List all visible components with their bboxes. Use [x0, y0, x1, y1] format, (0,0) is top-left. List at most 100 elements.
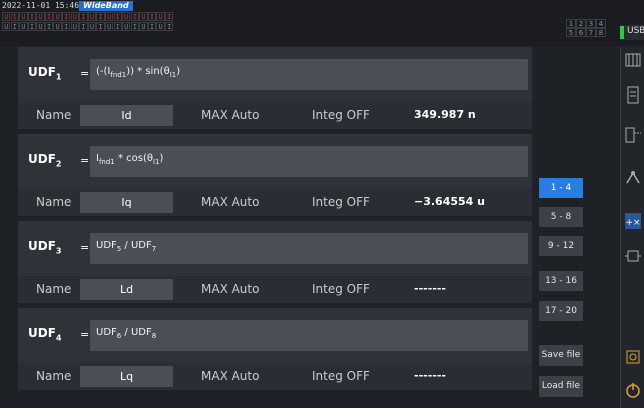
efficiency-icon[interactable] — [623, 167, 643, 191]
ch1-5: U — [36, 12, 45, 21]
system-icon[interactable] — [623, 347, 643, 371]
channel-grid-cell[interactable]: 7 — [586, 28, 596, 37]
ch1-20: I — [164, 12, 174, 21]
udf-block-3: UDF3 = UDF5 / UDF7 Name Ld MAX Auto Integ OFF -… — [18, 221, 532, 303]
channel-grid-cell[interactable]: 2 — [576, 19, 586, 28]
channel-grid-cell[interactable]: 6 — [576, 28, 586, 37]
udf-expression-text: UDF6 / UDF8 — [96, 327, 157, 340]
ch2-9: U — [70, 22, 80, 31]
ch1-11: U — [87, 12, 97, 21]
udf-name-field[interactable]: Iq — [80, 192, 173, 213]
udf-label: UDF4 — [28, 326, 62, 343]
max-setting[interactable]: MAX Auto — [201, 195, 259, 209]
udf-value: ------- — [414, 282, 446, 295]
equals-sign: = — [80, 241, 90, 254]
integ-setting[interactable]: Integ OFF — [312, 282, 370, 296]
ch2-7: U — [53, 22, 62, 31]
udf-name-field[interactable]: Lq — [80, 366, 173, 387]
ch2-2: I — [10, 22, 19, 31]
udf-settings-row: Name Ld MAX Auto Integ OFF ------- — [18, 276, 532, 303]
name-label: Name — [36, 108, 72, 122]
ch2-20: I — [164, 22, 174, 31]
channel-grid-cell[interactable]: 5 — [566, 28, 576, 37]
page-button-5-8[interactable]: 5 - 8 — [539, 207, 583, 227]
ch1-14: I — [113, 12, 122, 21]
status-bar: 2022-11-01 15:46:14 WideBand UIUIUIUIUIU… — [0, 0, 644, 46]
ch2-6: I — [44, 22, 54, 31]
channel-grid[interactable]: 1234 5678 — [566, 19, 606, 37]
ch1-15: U — [122, 12, 131, 21]
udf-expression-text: Ifnd1 * cos(θI1) — [96, 153, 164, 166]
max-setting[interactable]: MAX Auto — [201, 108, 259, 122]
udf-expression-field[interactable]: UDF5 / UDF7 — [90, 233, 528, 264]
udf-expression-field[interactable]: Ifnd1 * cos(θI1) — [90, 146, 528, 177]
channel-grid-cell[interactable]: 4 — [596, 19, 606, 28]
equals-sign: = — [80, 67, 90, 80]
mode-badge: WideBand — [79, 1, 133, 11]
udf-icon[interactable]: +× — [623, 210, 643, 234]
page-button-17-20[interactable]: 17 - 20 — [539, 301, 583, 321]
integ-setting[interactable]: Integ OFF — [312, 369, 370, 383]
ch2-16: I — [130, 22, 140, 31]
udf-name-field[interactable]: Id — [80, 105, 173, 126]
channel-row-2: UIUIUIUIUIUIUIUIUIUI — [2, 22, 174, 31]
ch1-4: I — [27, 12, 37, 21]
udf-expression-field[interactable]: UDF6 / UDF8 — [90, 320, 528, 351]
udf-settings-row: Name Lq MAX Auto Integ OFF ------- — [18, 363, 532, 390]
udf-expression-text: UDF5 / UDF7 — [96, 240, 157, 253]
ch1-9: U — [70, 12, 80, 21]
ch2-11: U — [87, 22, 97, 31]
wiring-icon[interactable] — [623, 50, 643, 74]
ch2-14: I — [113, 22, 122, 31]
ch1-6: I — [44, 12, 54, 21]
udf-label: UDF2 — [28, 152, 62, 169]
max-setting[interactable]: MAX Auto — [201, 369, 259, 383]
ch2-1: U — [2, 22, 11, 31]
udf-expression-field[interactable]: (-(Ifnd1)) * sin(θI1) — [90, 59, 528, 90]
integ-setting[interactable]: Integ OFF — [312, 108, 370, 122]
udf-value: −3.64554 u — [414, 195, 485, 208]
ch2-19: U — [156, 22, 165, 31]
ch2-3: U — [19, 22, 28, 31]
svg-text:+×: +× — [625, 218, 640, 228]
shutdown-icon[interactable] — [623, 380, 643, 404]
udf-settings-row: Name Iq MAX Auto Integ OFF −3.64554 u — [18, 189, 532, 216]
udf-value: ------- — [414, 369, 446, 382]
udf-block-4: UDF4 = UDF6 / UDF8 Name Lq MAX Auto Integ OFF -… — [18, 308, 532, 390]
max-setting[interactable]: MAX Auto — [201, 282, 259, 296]
ch2-17: U — [139, 22, 148, 31]
udf-label: UDF1 — [28, 65, 62, 82]
load-file-button[interactable]: Load file — [539, 376, 583, 397]
page-button-1-4[interactable]: 1 - 4 — [539, 178, 583, 198]
page-button-13-16[interactable]: 13 - 16 — [539, 271, 583, 291]
udf-block-1: UDF1 = (-(Ifnd1)) * sin(θI1) Name Id MAX Auto… — [18, 47, 532, 129]
usb-indicator: USB — [620, 25, 644, 40]
ch2-13: U — [104, 22, 114, 31]
ch2-12: I — [96, 22, 105, 31]
udf-settings-row: Name Id MAX Auto Integ OFF 349.987 n — [18, 102, 532, 129]
ch2-4: I — [27, 22, 37, 31]
udf-expression-text: (-(Ifnd1)) * sin(θI1) — [96, 66, 181, 79]
channel-grid-cell[interactable]: 1 — [566, 19, 576, 28]
name-label: Name — [36, 282, 72, 296]
right-menu: +× — [620, 47, 644, 408]
integ-setting[interactable]: Integ OFF — [312, 195, 370, 209]
usb-status-light — [620, 26, 624, 39]
udf-name-field[interactable]: Ld — [80, 279, 173, 300]
channel-grid-cell[interactable]: 8 — [596, 28, 606, 37]
ch2-10: I — [79, 22, 88, 31]
motor-icon[interactable] — [623, 245, 643, 269]
ch2-15: U — [122, 22, 131, 31]
ch1-19: U — [156, 12, 165, 21]
equals-sign: = — [80, 154, 90, 167]
page-button-9-12[interactable]: 9 - 12 — [539, 236, 583, 256]
channel-grid-cell[interactable]: 3 — [586, 19, 596, 28]
ch2-8: I — [62, 22, 71, 31]
equals-sign: = — [80, 328, 90, 341]
ch1-18: I — [147, 12, 157, 21]
save-file-button[interactable]: Save file — [539, 345, 583, 366]
ch1-13: U — [104, 12, 114, 21]
channel-icon[interactable] — [623, 84, 643, 108]
ch1-16: I — [130, 12, 140, 21]
comm-icon[interactable] — [623, 125, 643, 149]
